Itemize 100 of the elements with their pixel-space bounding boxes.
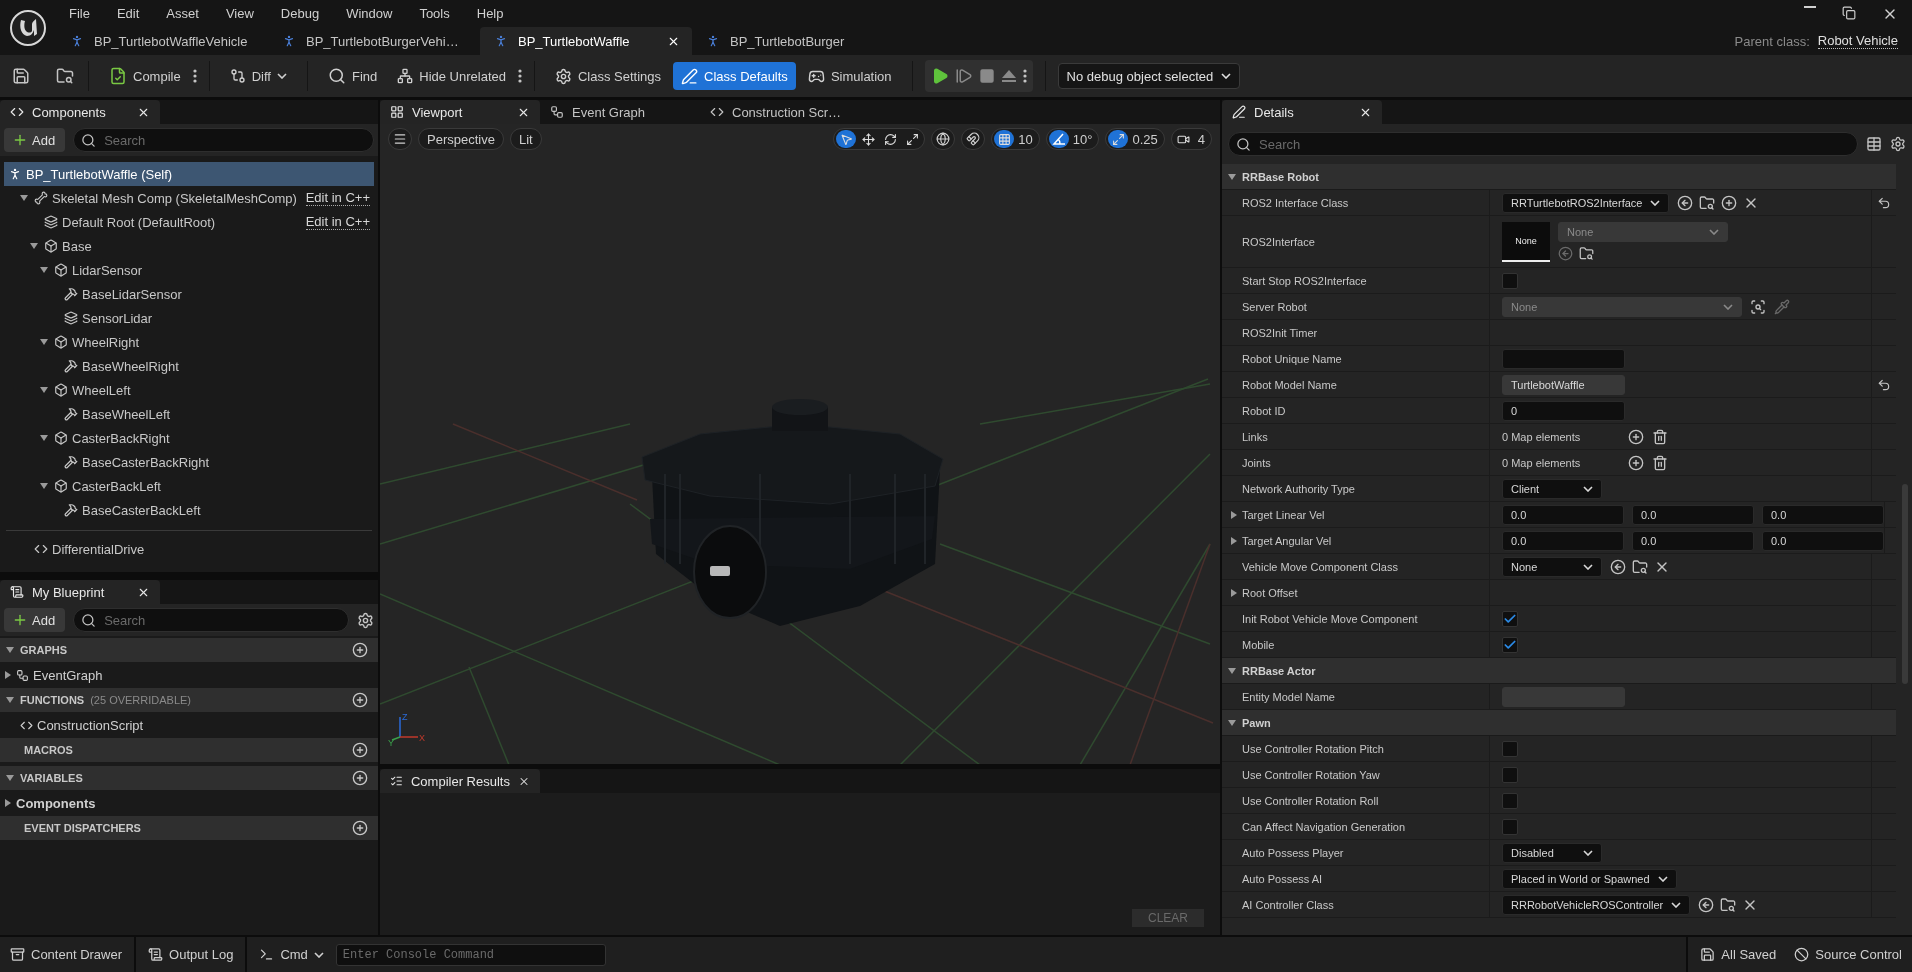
section-header[interactable]: VARIABLES — [0, 766, 378, 790]
editor-tab[interactable]: Construction Scr… — [700, 100, 860, 124]
tree-item[interactable]: CasterBackLeft — [4, 474, 374, 498]
caret-icon[interactable] — [40, 434, 48, 442]
editor-tab[interactable]: Viewport — [380, 100, 540, 124]
menu-button[interactable] — [388, 128, 412, 150]
simulation-button[interactable]: Simulation — [799, 62, 900, 90]
checkbox[interactable] — [1502, 272, 1518, 289]
blueprint-item[interactable]: ConstructionScript — [0, 714, 378, 736]
menu-item[interactable]: Window — [333, 6, 407, 21]
editor-tab[interactable]: Event Graph — [540, 100, 700, 124]
section-header[interactable]: FUNCTIONS (25 OVERRIDABLE) — [0, 688, 378, 712]
number-field[interactable]: 0.0 — [1502, 504, 1624, 525]
tree-item[interactable]: Skeletal Mesh Comp (SkeletalMeshComp) Edit in C++ — [4, 186, 374, 210]
caret-icon[interactable] — [40, 482, 48, 490]
view-mode-button[interactable]: Perspective — [418, 128, 504, 150]
search-field[interactable]: Search — [73, 128, 374, 152]
edit-link[interactable]: Edit in C++ — [305, 190, 370, 206]
hide-unrelated-button[interactable]: Hide Unrelated — [389, 62, 514, 90]
caret-icon[interactable] — [40, 338, 48, 346]
snap-toggle[interactable] — [1048, 130, 1069, 148]
caret-icon[interactable] — [40, 386, 48, 394]
document-tab[interactable]: BP_TurtlebotWaffleVehicle — [56, 27, 268, 55]
caret-icon[interactable] — [6, 646, 14, 654]
caret-icon[interactable] — [6, 774, 14, 782]
caret-icon[interactable] — [40, 266, 48, 274]
tree-item[interactable]: CasterBackRight — [4, 426, 374, 450]
tree-item[interactable]: WheelLeft — [4, 378, 374, 402]
menu-item[interactable]: File — [56, 6, 104, 21]
class-dropdown[interactable]: None — [1502, 556, 1602, 577]
viewport-canvas[interactable]: Perspective Lit 10 10° 0.25 4 Z Y X — [380, 124, 1220, 764]
snap-value[interactable]: 10° — [1070, 131, 1097, 147]
class-dropdown[interactable]: RRRobotVehicleROSController — [1502, 894, 1691, 915]
tree-item[interactable]: DifferentialDrive — [4, 537, 374, 561]
menu-item[interactable]: Asset — [153, 6, 213, 21]
view-mode-button[interactable]: Lit — [509, 128, 542, 150]
panel-tab[interactable]: Components — [0, 100, 160, 124]
caret-icon[interactable] — [1230, 588, 1238, 597]
diff-button[interactable]: Diff — [221, 62, 295, 90]
caret-icon[interactable] — [20, 194, 28, 202]
checkbox[interactable] — [1502, 766, 1518, 783]
compile-button[interactable]: Compile — [101, 62, 189, 90]
text-field[interactable]: 0 — [1502, 400, 1625, 421]
snap-value[interactable]: 10 — [1016, 131, 1037, 147]
panel-tab[interactable]: Compiler Results — [380, 769, 540, 793]
document-tab[interactable]: BP_TurtlebotBurger — [692, 27, 904, 55]
category-header[interactable]: RRBase Robot — [1222, 164, 1896, 190]
console-input[interactable]: Enter Console Command — [335, 943, 606, 966]
panel-tab[interactable]: Details — [1222, 100, 1382, 124]
number-field[interactable]: 0.0 — [1502, 530, 1624, 551]
menu-item[interactable]: Debug — [267, 6, 334, 21]
search-field[interactable]: Search — [1228, 132, 1858, 156]
asset-dropdown[interactable]: None — [1558, 222, 1728, 242]
panel-tab[interactable]: My Blueprint — [0, 580, 160, 604]
number-field[interactable]: 0.0 — [1632, 504, 1754, 525]
tree-item[interactable]: SensorLidar — [4, 306, 374, 330]
checkbox[interactable] — [1502, 818, 1518, 835]
tree-item[interactable]: BaseCasterBackLeft — [4, 498, 374, 522]
surface-snap-button[interactable] — [961, 128, 986, 150]
menu-item[interactable]: Tools — [406, 6, 464, 21]
category-header[interactable]: RRBase Actor — [1222, 658, 1896, 684]
menu-item[interactable]: Help — [463, 6, 518, 21]
dropdown[interactable]: Client — [1502, 478, 1602, 499]
checkbox[interactable] — [1502, 740, 1518, 757]
caret-icon[interactable] — [1230, 536, 1238, 545]
tree-item[interactable]: WheelRight — [4, 330, 374, 354]
number-field[interactable]: 0.0 — [1632, 530, 1754, 551]
dropdown[interactable]: Disabled — [1502, 842, 1602, 863]
caret-icon[interactable] — [1228, 666, 1236, 675]
edit-link[interactable]: Edit in C++ — [305, 214, 370, 230]
text-field[interactable]: TurtlebotWaffle — [1502, 374, 1625, 395]
tree-item[interactable]: BaseWheelRight — [4, 354, 374, 378]
blueprint-item[interactable]: EventGraph — [0, 664, 378, 686]
search-field[interactable]: Search — [73, 608, 349, 632]
document-tab[interactable]: BP_TurtlebotWaffle — [480, 27, 692, 55]
menu-item[interactable]: View — [212, 6, 268, 21]
caret-icon[interactable] — [4, 799, 12, 807]
tree-item[interactable]: BaseLidarSensor — [4, 282, 374, 306]
parent-class-link[interactable]: Robot Vehicle — [1817, 33, 1898, 49]
section-header[interactable]: EVENT DISPATCHERS — [0, 816, 378, 840]
debug-object-dropdown[interactable]: No debug object selected — [1057, 63, 1241, 89]
menu-item[interactable]: Edit — [103, 6, 154, 21]
checkbox[interactable] — [1502, 792, 1518, 809]
blueprint-item[interactable]: Components — [0, 792, 378, 814]
tree-item[interactable]: BaseWheelLeft — [4, 402, 374, 426]
dropdown[interactable]: Placed in World or Spawned — [1502, 868, 1677, 889]
number-field[interactable]: 0.0 — [1762, 530, 1884, 551]
world-space-button[interactable] — [931, 128, 956, 150]
caret-icon[interactable] — [1230, 510, 1238, 519]
mode-button[interactable]: Class Defaults — [673, 62, 796, 90]
text-field[interactable] — [1502, 348, 1625, 369]
tree-item[interactable]: BP_TurtlebotWaffle (Self) — [4, 162, 374, 186]
checkbox[interactable] — [1502, 610, 1518, 627]
number-field[interactable]: 0.0 — [1762, 504, 1884, 525]
checkbox[interactable] — [1502, 636, 1518, 653]
snap-toggle[interactable] — [994, 130, 1015, 148]
cmd-dropdown[interactable]: Cmd — [253, 941, 330, 968]
content-drawer-button[interactable]: Content Drawer — [4, 941, 129, 968]
add-button[interactable]: Add — [4, 608, 66, 632]
class-dropdown[interactable]: RRTurtlebotROS2Interface — [1502, 192, 1670, 213]
